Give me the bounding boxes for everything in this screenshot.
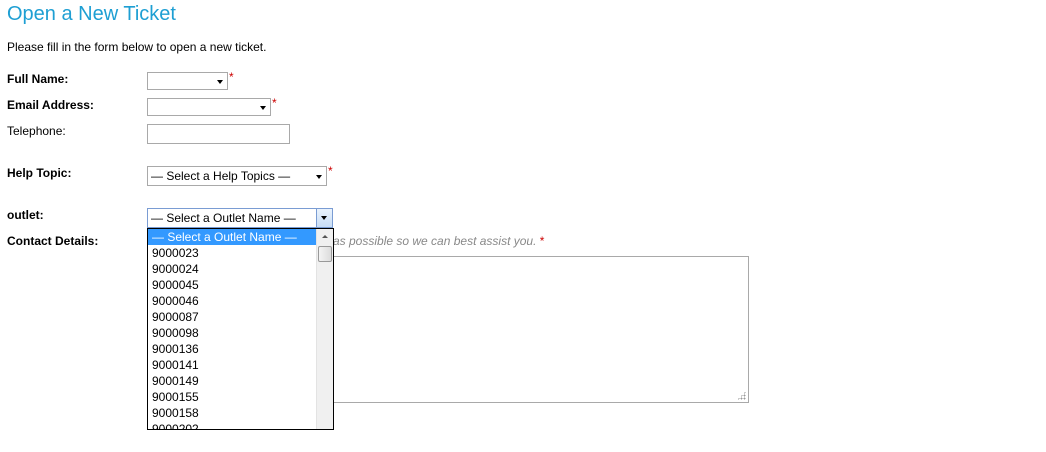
outlet-options: — Select a Outlet Name —9000023 9000024 90… <box>148 229 316 429</box>
outlet-dropdown-list: — Select a Outlet Name —9000023 9000024 90… <box>147 228 334 430</box>
outlet-option[interactable]: 9000024 <box>148 261 316 277</box>
scroll-up-button[interactable] <box>317 229 333 245</box>
dropdown-scrollbar[interactable] <box>316 229 333 429</box>
outlet-option[interactable]: 9000045 <box>148 277 316 293</box>
required-marker: * <box>328 164 333 178</box>
scroll-up-icon <box>322 235 328 238</box>
outlet-label: outlet: <box>7 208 44 222</box>
outlet-select[interactable]: — Select a Outlet Name — <box>147 208 333 228</box>
outlet-option[interactable]: — Select a Outlet Name — <box>148 229 316 245</box>
help-topic-label: Help Topic: <box>7 166 72 180</box>
outlet-option[interactable]: 9000202 <box>148 421 316 429</box>
email-label: Email Address: <box>7 98 94 112</box>
page-title: Open a New Ticket <box>7 3 176 25</box>
contact-details-label: Contact Details: <box>7 234 99 248</box>
required-marker: * <box>272 96 277 110</box>
telephone-input[interactable] <box>147 124 290 144</box>
help-topic-value: — Select a Help Topics — <box>151 169 291 183</box>
chevron-down-icon <box>321 216 327 220</box>
resize-grip-icon[interactable] <box>737 391 746 400</box>
contact-details-hint-text: as possible so we can best assist you. <box>333 234 537 248</box>
outlet-option[interactable]: 9000149 <box>148 373 316 389</box>
telephone-label: Telephone: <box>7 124 66 138</box>
contact-details-textarea[interactable] <box>333 256 749 403</box>
outlet-option[interactable]: 9000141 <box>148 357 316 373</box>
outlet-value: — Select a Outlet Name — <box>151 211 296 225</box>
chevron-down-icon <box>217 80 223 84</box>
email-select[interactable] <box>147 98 271 116</box>
outlet-option[interactable]: 9000155 <box>148 389 316 405</box>
chevron-down-icon <box>316 175 322 179</box>
required-marker: * <box>229 70 234 84</box>
outlet-option[interactable]: 9000136 <box>148 341 316 357</box>
full-name-label: Full Name: <box>7 72 69 86</box>
outlet-option[interactable]: 9000087 <box>148 309 316 325</box>
chevron-down-icon <box>260 106 266 110</box>
full-name-select[interactable] <box>147 72 228 90</box>
outlet-dropdown-button[interactable] <box>316 209 332 227</box>
scrollbar-thumb[interactable] <box>318 246 332 262</box>
outlet-option[interactable]: 9000158 <box>148 405 316 421</box>
help-topic-select[interactable]: — Select a Help Topics — <box>147 166 327 186</box>
outlet-option[interactable]: 9000098 <box>148 325 316 341</box>
outlet-option[interactable]: 9000046 <box>148 293 316 309</box>
contact-details-hint: as possible so we can best assist you. * <box>333 234 544 248</box>
required-marker: * <box>539 234 545 248</box>
outlet-option[interactable]: 9000023 <box>148 245 316 261</box>
intro-text: Please fill in the form below to open a … <box>7 40 267 54</box>
